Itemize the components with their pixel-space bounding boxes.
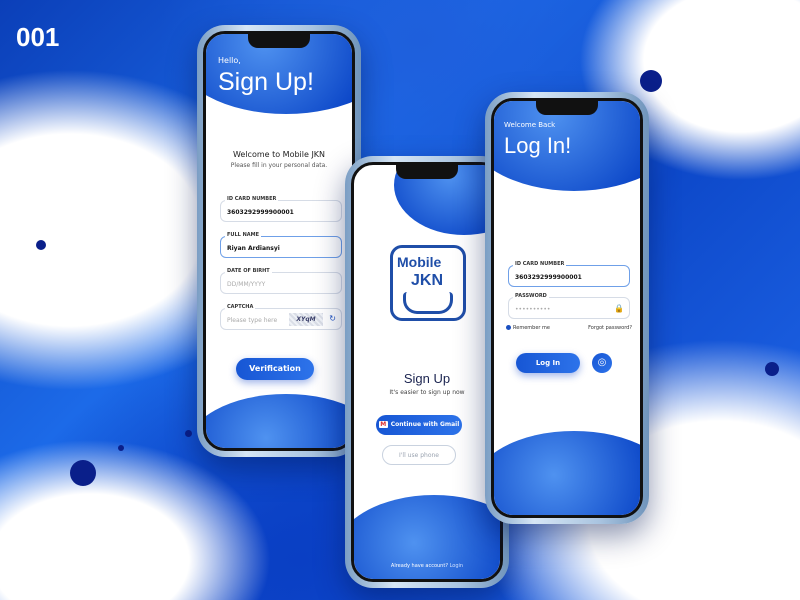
login-link[interactable]: Login bbox=[450, 563, 464, 569]
login-screen: Welcome Back Log In! ID CARD NUMBER 3603… bbox=[491, 98, 643, 518]
dailyui-hashtag: #DailyUI bbox=[647, 541, 782, 579]
password-dots: •••••••••• bbox=[515, 306, 551, 313]
phone-login: Welcome Back Log In! ID CARD NUMBER 3603… bbox=[485, 92, 649, 524]
field-placeholder: DD/MM/YYYY bbox=[227, 281, 266, 288]
use-phone-button[interactable]: I'll use phone bbox=[382, 445, 456, 465]
refresh-icon[interactable]: ↻ bbox=[329, 314, 336, 323]
field-placeholder: Please type here bbox=[227, 317, 278, 324]
page-title: Sign Up bbox=[403, 371, 451, 386]
password-field[interactable]: PASSWORD •••••••••• 🔒 bbox=[508, 293, 630, 319]
phone-notch bbox=[248, 34, 310, 48]
login-prompt: Already have account? Login bbox=[354, 563, 500, 569]
phone-notch bbox=[536, 101, 598, 115]
footer-splash bbox=[494, 431, 640, 515]
checkbox-dot bbox=[506, 325, 511, 330]
app-logo: Mobile JKN bbox=[390, 245, 466, 321]
field-label: CAPTCHA bbox=[225, 304, 256, 310]
shot-number: 001 bbox=[16, 22, 60, 52]
remember-me-checkbox[interactable]: Remember me bbox=[506, 325, 550, 331]
continue-with-gmail-button[interactable]: M Continue with Gmail bbox=[376, 415, 462, 435]
paint-dot bbox=[640, 70, 662, 92]
button-label: Continue with Gmail bbox=[390, 421, 460, 428]
hand-logo-icon bbox=[403, 292, 453, 314]
greeting-text: Welcome Back bbox=[504, 121, 556, 129]
field-label: DATE OF BIRHT bbox=[225, 268, 272, 274]
gmail-icon: M bbox=[378, 421, 388, 428]
field-value: 3603292999900001 bbox=[227, 209, 294, 216]
page-title: Log In! bbox=[504, 133, 572, 158]
paint-dot bbox=[118, 445, 124, 451]
field-label: FULL NAME bbox=[225, 232, 262, 238]
paint-dot bbox=[185, 430, 192, 437]
signup-screen: Hello, Sign Up! Welcome to Mobile JKN Pl… bbox=[203, 31, 355, 451]
phone-signup-form: Hello, Sign Up! Welcome to Mobile JKN Pl… bbox=[197, 25, 361, 457]
captcha-field[interactable]: CAPTCHA Please type here XYqM ↻ bbox=[220, 304, 342, 330]
forgot-password-link[interactable]: Forgot password? bbox=[588, 325, 632, 331]
page-subtitle: It's easier to sign up now bbox=[389, 389, 465, 396]
paint-dot bbox=[36, 240, 46, 250]
welcome-subtitle: Please fill in your personal data. bbox=[230, 162, 328, 169]
field-label: ID CARD NUMBER bbox=[513, 261, 567, 267]
full-name-field[interactable]: FULL NAME Riyan Ardiansyi bbox=[220, 232, 342, 258]
captcha-image: XYqM bbox=[289, 313, 323, 326]
id-card-field[interactable]: ID CARD NUMBER 3603292999900001 bbox=[508, 261, 630, 287]
remember-label: Remember me bbox=[513, 325, 550, 331]
verification-button[interactable]: Verification bbox=[236, 358, 314, 380]
page-title: Sign Up! bbox=[218, 68, 314, 96]
logo-text-top: Mobile bbox=[397, 254, 442, 270]
date-of-birth-field[interactable]: DATE OF BIRHT DD/MM/YYYY bbox=[220, 268, 342, 294]
footer-splash bbox=[206, 394, 352, 448]
id-card-field[interactable]: ID CARD NUMBER 3603292999900001 bbox=[220, 196, 342, 222]
greeting-text: Hello, bbox=[218, 56, 241, 65]
paint-dot bbox=[70, 460, 96, 486]
logo-text-bottom: JKN bbox=[411, 272, 444, 289]
field-label: PASSWORD bbox=[513, 293, 549, 299]
paint-dot bbox=[765, 362, 779, 376]
field-value: Riyan Ardiansyi bbox=[227, 245, 280, 252]
field-value: 3603292999900001 bbox=[515, 274, 582, 281]
field-label: ID CARD NUMBER bbox=[225, 196, 279, 202]
lock-icon[interactable]: 🔒 bbox=[614, 304, 624, 313]
fingerprint-icon[interactable]: ◎ bbox=[592, 353, 612, 373]
phone-notch bbox=[396, 165, 458, 179]
welcome-heading: Welcome to Mobile JKN bbox=[232, 150, 326, 159]
landing-screen: Mobile JKN Sign Up It's easier to sign u… bbox=[351, 162, 503, 582]
login-prompt-text: Already have account? bbox=[390, 563, 448, 569]
login-button[interactable]: Log In bbox=[516, 353, 580, 373]
